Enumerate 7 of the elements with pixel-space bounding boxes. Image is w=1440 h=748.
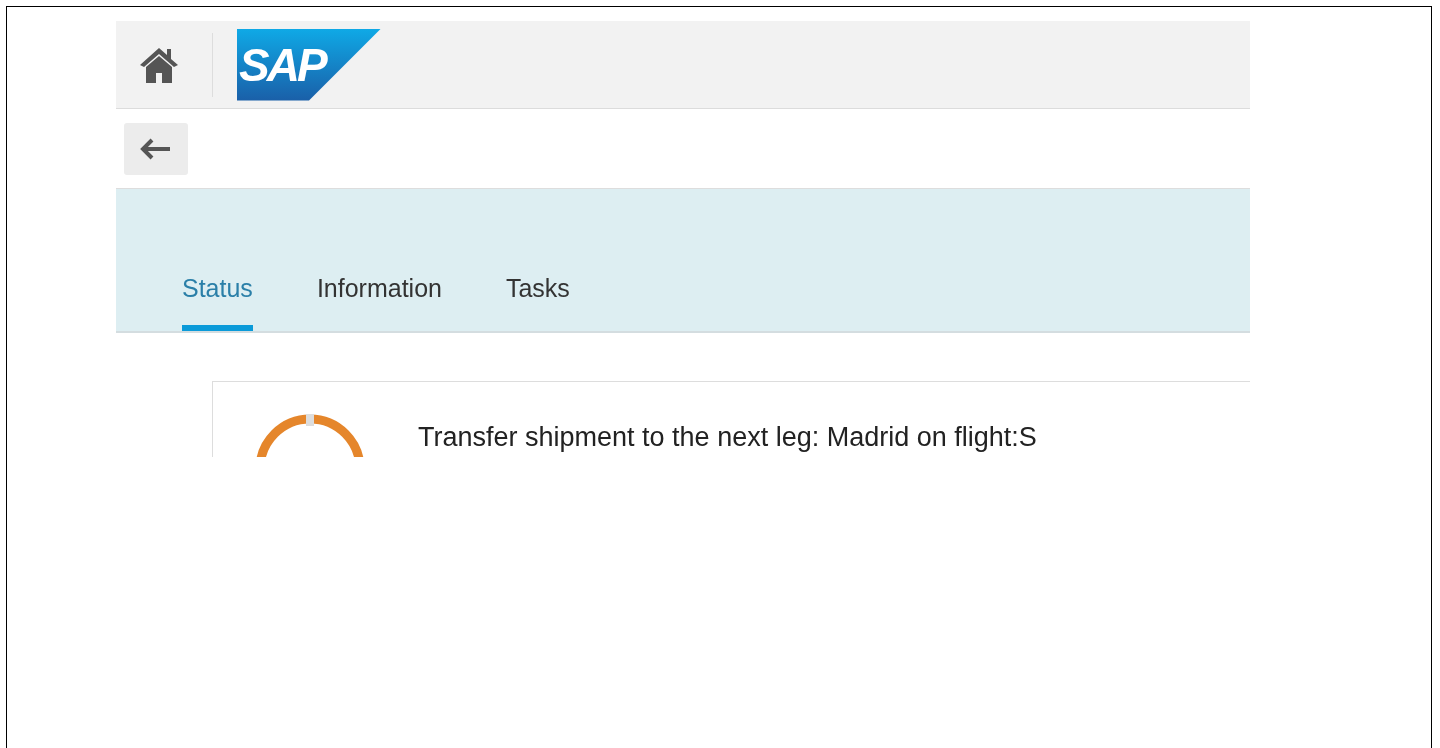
card-title: Transfer shipment to the next leg: Madrid on flight:S bbox=[418, 422, 1037, 453]
tab[interactable]: Information bbox=[316, 274, 442, 331]
tab[interactable]: Tasks bbox=[505, 274, 570, 331]
tab[interactable]: Status bbox=[182, 274, 253, 331]
back-arrow-icon bbox=[140, 137, 172, 160]
back-button[interactable] bbox=[124, 122, 188, 175]
sap-logo: SAP bbox=[237, 28, 381, 101]
